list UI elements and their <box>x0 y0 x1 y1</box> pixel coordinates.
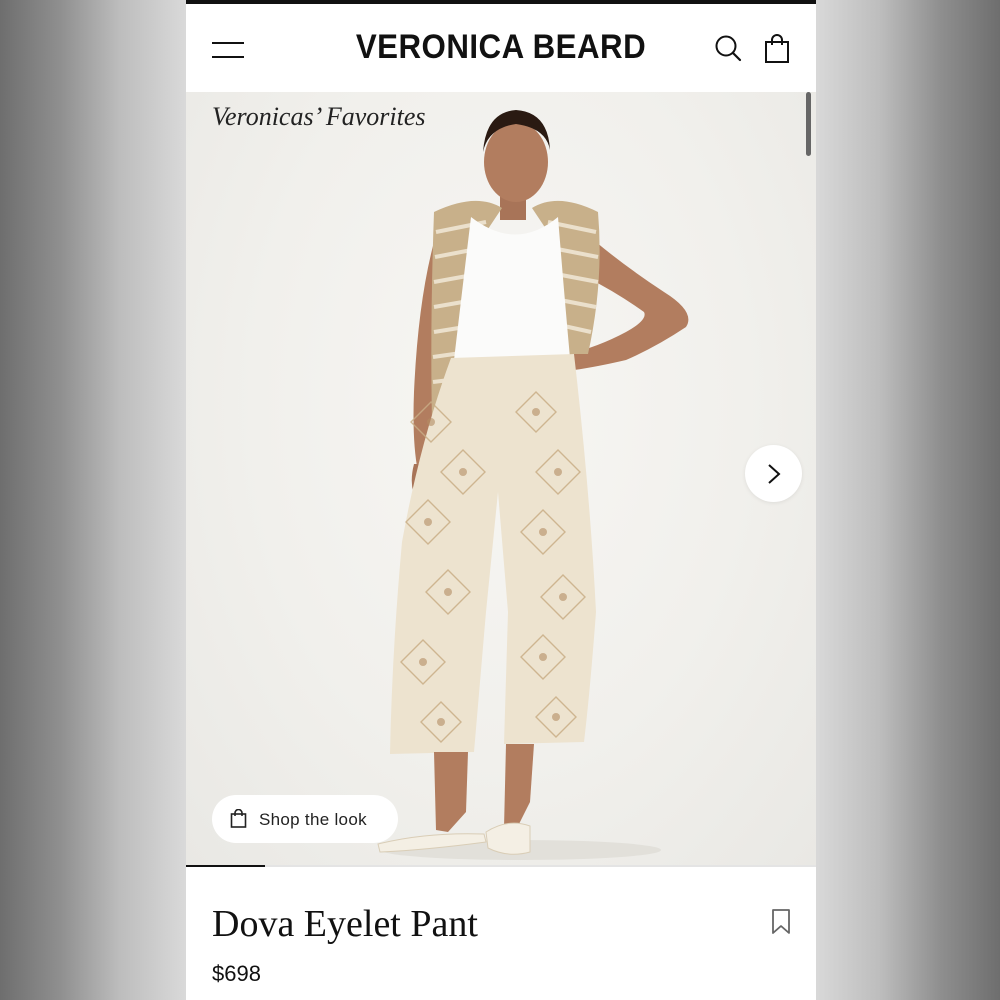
chevron-right-icon <box>768 464 781 484</box>
product-photo <box>377 110 689 860</box>
shopping-bag-icon[interactable] <box>764 34 792 64</box>
scrollbar-thumb[interactable] <box>806 92 811 156</box>
product-price: $698 <box>212 961 261 986</box>
site-header: VERONICA BEARD <box>186 4 816 92</box>
search-icon[interactable] <box>714 34 742 62</box>
carousel-progress-track <box>186 865 816 867</box>
product-name: Dova Eyelet Pant <box>212 903 478 945</box>
bookmark-icon[interactable] <box>770 908 792 936</box>
shop-the-look-label: Shop the look <box>259 810 367 829</box>
shop-the-look-button[interactable]: Shop the look <box>212 795 398 843</box>
collection-title: Veronicas’ Favorites <box>212 102 426 131</box>
phone-screen: VERONICA BEARD Veronicas’ Favorites Shop… <box>186 0 816 1000</box>
shopping-bag-icon <box>230 809 247 828</box>
product-image-carousel[interactable]: Veronicas’ Favorites Shop the look <box>186 92 816 865</box>
brand-logo[interactable]: VERONICA BEARD <box>211 28 791 67</box>
next-image-button[interactable] <box>745 445 802 502</box>
carousel-progress-fill <box>186 865 265 867</box>
